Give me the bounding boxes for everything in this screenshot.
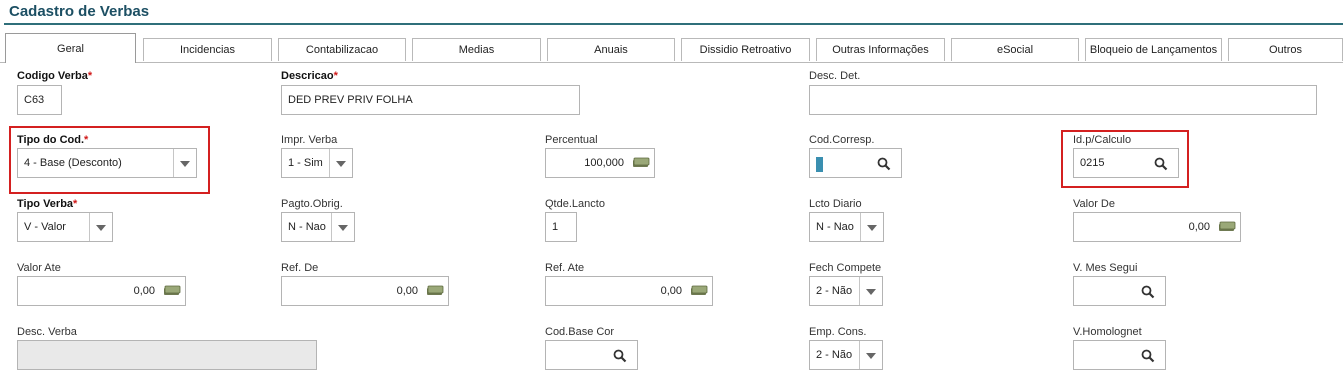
desc-det-label: Desc. Det.: [809, 70, 861, 82]
tab-geral[interactable]: Geral: [5, 33, 136, 63]
money-calculator-icon[interactable]: [1218, 221, 1236, 232]
percentual-label: Percentual: [545, 134, 598, 146]
qtde-lancto-input[interactable]: 1: [545, 212, 577, 242]
v-homolognet-label: V.Homolognet: [1073, 326, 1142, 338]
magnifier-icon[interactable]: [877, 157, 891, 171]
valor-de-input[interactable]: 0,00: [1073, 212, 1241, 242]
lcto-diario-label: Lcto Diario: [809, 198, 862, 210]
text-cursor: [816, 157, 823, 172]
money-calculator-icon[interactable]: [426, 285, 444, 296]
emp-cons-label: Emp. Cons.: [809, 326, 867, 338]
v-homolognet-input[interactable]: [1073, 340, 1166, 370]
descricao-input[interactable]: DED PREV PRIV FOLHA: [281, 85, 580, 115]
pagto-obrig-label: Pagto.Obrig.: [281, 198, 343, 210]
valor-de-label: Valor De: [1073, 198, 1115, 210]
valor-ate-input[interactable]: 0,00: [17, 276, 186, 306]
tab-incidencias[interactable]: Incidencias: [143, 38, 272, 61]
ref-ate-input[interactable]: 0,00: [545, 276, 713, 306]
descricao-label: Descricao*: [281, 70, 338, 82]
cod-corresp-label: Cod.Corresp.: [809, 134, 875, 146]
ref-de-label: Ref. De: [281, 262, 319, 274]
fech-compete-select[interactable]: 2 - Não: [809, 276, 883, 306]
percentual-input[interactable]: 100,000: [545, 148, 655, 178]
v-mes-segui-input[interactable]: [1073, 276, 1166, 306]
tab-medias[interactable]: Medias: [412, 38, 541, 61]
magnifier-icon[interactable]: [1154, 157, 1168, 171]
tab-baseline: [0, 62, 1343, 63]
page-title: Cadastro de Verbas: [9, 3, 150, 20]
money-calculator-icon[interactable]: [632, 157, 650, 168]
cod-corresp-input[interactable]: [809, 148, 902, 178]
tab-esocial[interactable]: eSocial: [951, 38, 1079, 61]
codigo-verba-label: Codigo Verba*: [17, 70, 93, 82]
tab-dissidio-retroativo[interactable]: Dissidio Retroativo: [681, 38, 810, 61]
chevron-down-icon: [173, 149, 196, 177]
id-calculo-label: Id.p/Calculo: [1073, 134, 1132, 146]
tab-bloqueio-lancamentos[interactable]: Bloqueio de Lançamentos: [1085, 38, 1222, 61]
tipo-cod-select[interactable]: 4 - Base (Desconto): [17, 148, 197, 178]
money-calculator-icon[interactable]: [690, 285, 708, 296]
qtde-lancto-label: Qtde.Lancto: [545, 198, 605, 210]
fech-compete-label: Fech Compete: [809, 262, 882, 274]
pagto-obrig-select[interactable]: N - Nao: [281, 212, 355, 242]
tab-contabilizacao[interactable]: Contabilizacao: [278, 38, 406, 61]
tab-anuais[interactable]: Anuais: [547, 38, 675, 61]
impr-verba-select[interactable]: 1 - Sim: [281, 148, 353, 178]
tipo-verba-label: Tipo Verba*: [17, 198, 78, 210]
cod-base-cor-label: Cod.Base Cor: [545, 326, 615, 338]
tab-outros[interactable]: Outros: [1228, 38, 1343, 61]
v-mes-segui-label: V. Mes Segui: [1073, 262, 1138, 274]
desc-verba-input: [17, 340, 317, 370]
desc-verba-label: Desc. Verba: [17, 326, 77, 338]
chevron-down-icon: [89, 213, 112, 241]
ref-ate-label: Ref. Ate: [545, 262, 585, 274]
tab-outras-informacoes[interactable]: Outras Informações: [816, 38, 945, 61]
magnifier-icon[interactable]: [1141, 349, 1155, 363]
emp-cons-select[interactable]: 2 - Não: [809, 340, 883, 370]
title-divider: [4, 23, 1343, 25]
ref-de-input[interactable]: 0,00: [281, 276, 449, 306]
lcto-diario-select[interactable]: N - Nao: [809, 212, 884, 242]
chevron-down-icon: [331, 213, 354, 241]
chevron-down-icon: [860, 213, 883, 241]
codigo-verba-input[interactable]: C63: [17, 85, 62, 115]
tipo-verba-select[interactable]: V - Valor: [17, 212, 113, 242]
magnifier-icon[interactable]: [613, 349, 627, 363]
tipo-cod-label: Tipo do Cod.*: [17, 134, 89, 146]
desc-det-input[interactable]: [809, 85, 1317, 115]
magnifier-icon[interactable]: [1141, 285, 1155, 299]
chevron-down-icon: [329, 149, 352, 177]
money-calculator-icon[interactable]: [163, 285, 181, 296]
chevron-down-icon: [859, 341, 882, 369]
cod-base-cor-input[interactable]: [545, 340, 638, 370]
valor-ate-label: Valor Ate: [17, 262, 61, 274]
chevron-down-icon: [859, 277, 882, 305]
impr-verba-label: Impr. Verba: [281, 134, 338, 146]
id-calculo-input[interactable]: 0215: [1073, 148, 1179, 178]
tab-bar: Geral Incidencias Contabilizacao Medias …: [0, 33, 1343, 63]
